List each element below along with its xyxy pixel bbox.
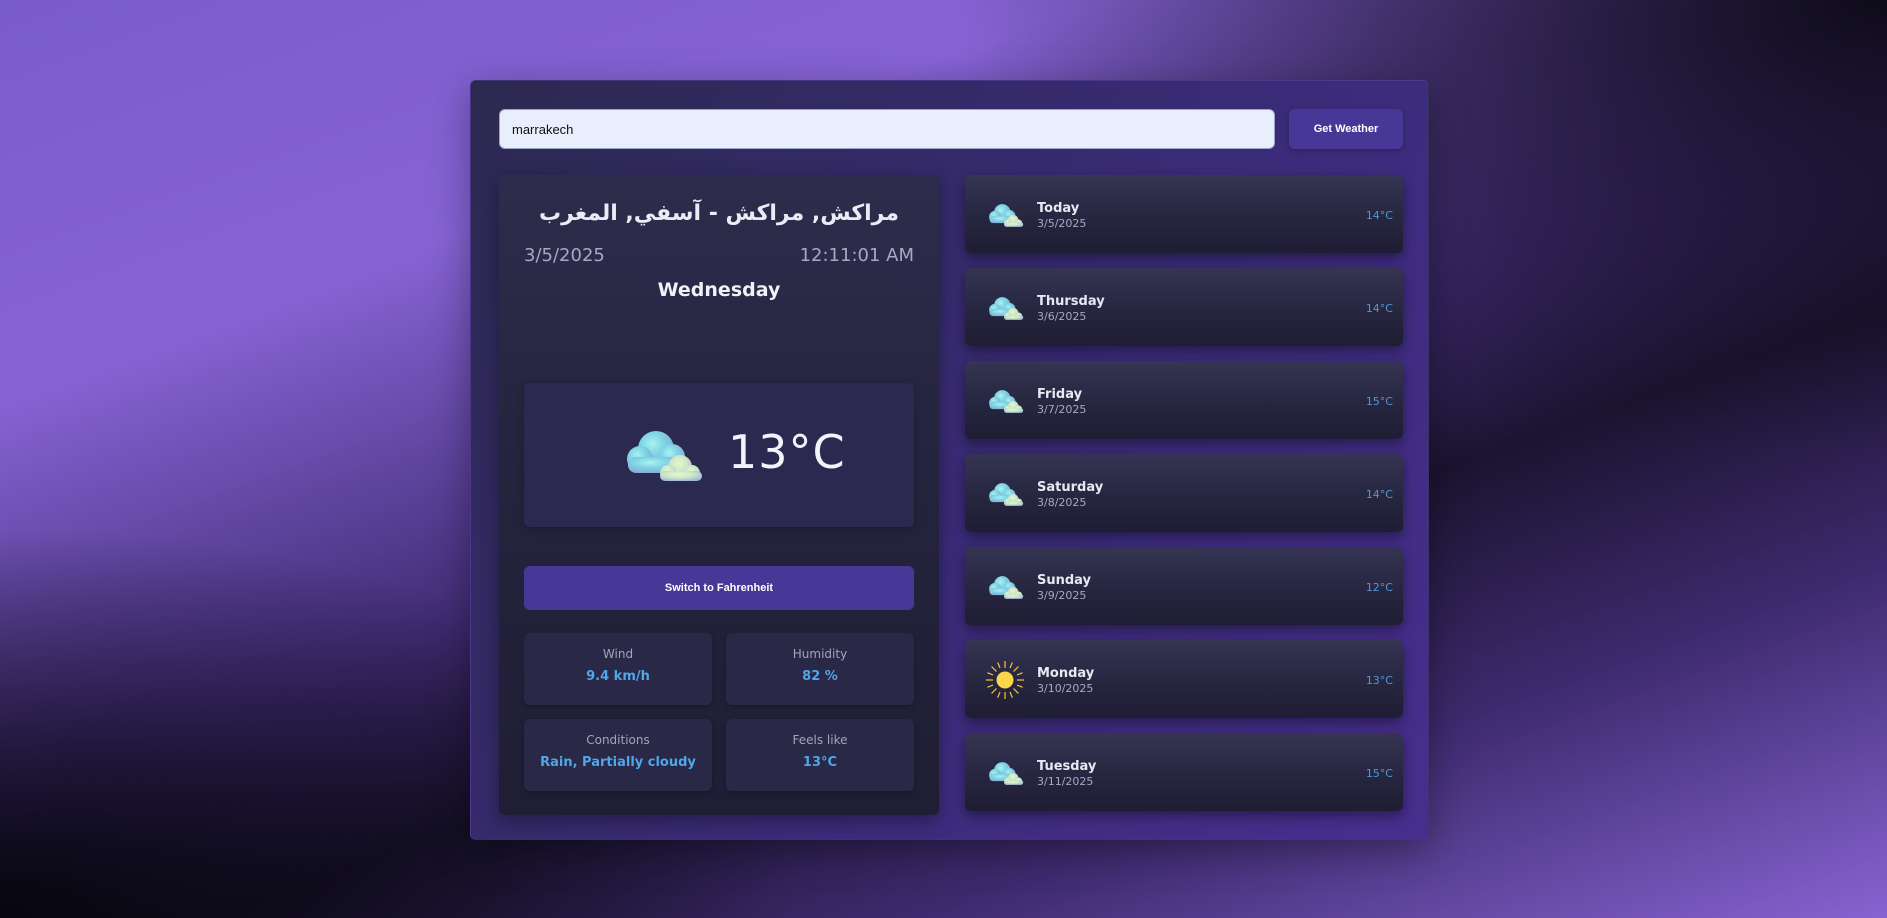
feels-like-value: 13°C [802,755,838,770]
forecast-temperature: 15°C [1365,767,1393,780]
forecast-day: Saturday [1037,480,1104,495]
forecast-item: Today 3/5/2025 14°C [965,175,1403,253]
forecast-day: Friday [1037,387,1083,402]
cloud-icon [985,381,1025,421]
current-temperature-card: 13°C [524,383,914,527]
forecast-temperature: 12°C [1365,581,1393,594]
cloud-icon [985,567,1025,607]
cloud-icon [618,423,706,487]
cloud-icon [985,474,1025,514]
forecast-temperature: 14°C [1365,209,1393,222]
feels-like-stat-card: Feels like 13°C [726,719,914,791]
forecast-item: Sunday 3/9/2025 12°C [965,547,1403,625]
forecast-temperature: 14°C [1365,488,1393,501]
location-name: مراكش, مراكش - آسفي, المغرب [539,201,899,226]
forecast-day: Monday [1037,666,1095,681]
get-weather-button[interactable]: Get Weather [1289,109,1403,149]
forecast-item: Friday 3/7/2025 15°C [965,361,1403,439]
wind-value: 9.4 km/h [586,669,650,684]
conditions-value: Rain, Partially cloudy [540,755,696,770]
city-search-input[interactable] [499,109,1275,149]
forecast-date: 3/6/2025 [1037,310,1087,323]
forecast-date: 3/5/2025 [1037,217,1087,230]
forecast-date: 3/8/2025 [1037,496,1087,509]
forecast-date: 3/11/2025 [1037,775,1094,788]
humidity-value: 82 % [802,669,838,684]
conditions-label: Conditions [586,733,650,747]
forecast-day: Sunday [1037,573,1092,588]
cloud-icon [985,753,1025,793]
forecast-item: Thursday 3/6/2025 14°C [965,268,1403,346]
forecast-date: 3/10/2025 [1037,682,1094,695]
forecast-item: Tuesday 3/11/2025 15°C [965,733,1403,811]
current-day: Wednesday [657,279,781,301]
forecast-temperature: 14°C [1365,302,1393,315]
forecast-day: Thursday [1037,294,1105,309]
humidity-label: Humidity [792,647,848,661]
forecast-date: 3/9/2025 [1037,589,1087,602]
conditions-stat-card: Conditions Rain, Partially cloudy [524,719,712,791]
cloud-icon [985,195,1025,235]
current-weather-panel: مراكش, مراكش - آسفي, المغرب 3/5/2025 12:… [499,175,939,815]
humidity-stat-card: Humidity 82 % [726,633,914,705]
wind-stat-card: Wind 9.4 km/h [524,633,712,705]
current-temperature: 13°C [728,425,846,479]
current-time: 12:11:01 AM [799,245,914,266]
forecast-item: Monday 3/10/2025 13°C [965,640,1403,718]
forecast-temperature: 15°C [1365,395,1393,408]
sun-icon [985,660,1025,700]
cloud-icon [985,288,1025,328]
forecast-temperature: 13°C [1365,674,1393,687]
switch-to-fahrenheit-button[interactable]: Switch to Fahrenheit [524,566,914,610]
wind-label: Wind [602,647,634,661]
feels-like-label: Feels like [792,733,848,747]
forecast-item: Saturday 3/8/2025 14°C [965,454,1403,532]
weather-app: Get Weather مراكش, مراكش - آسفي, المغرب … [470,80,1429,840]
forecast-date: 3/7/2025 [1037,403,1087,416]
forecast-day: Tuesday [1037,759,1097,774]
current-date: 3/5/2025 [524,245,605,266]
forecast-day: Today [1037,201,1080,216]
